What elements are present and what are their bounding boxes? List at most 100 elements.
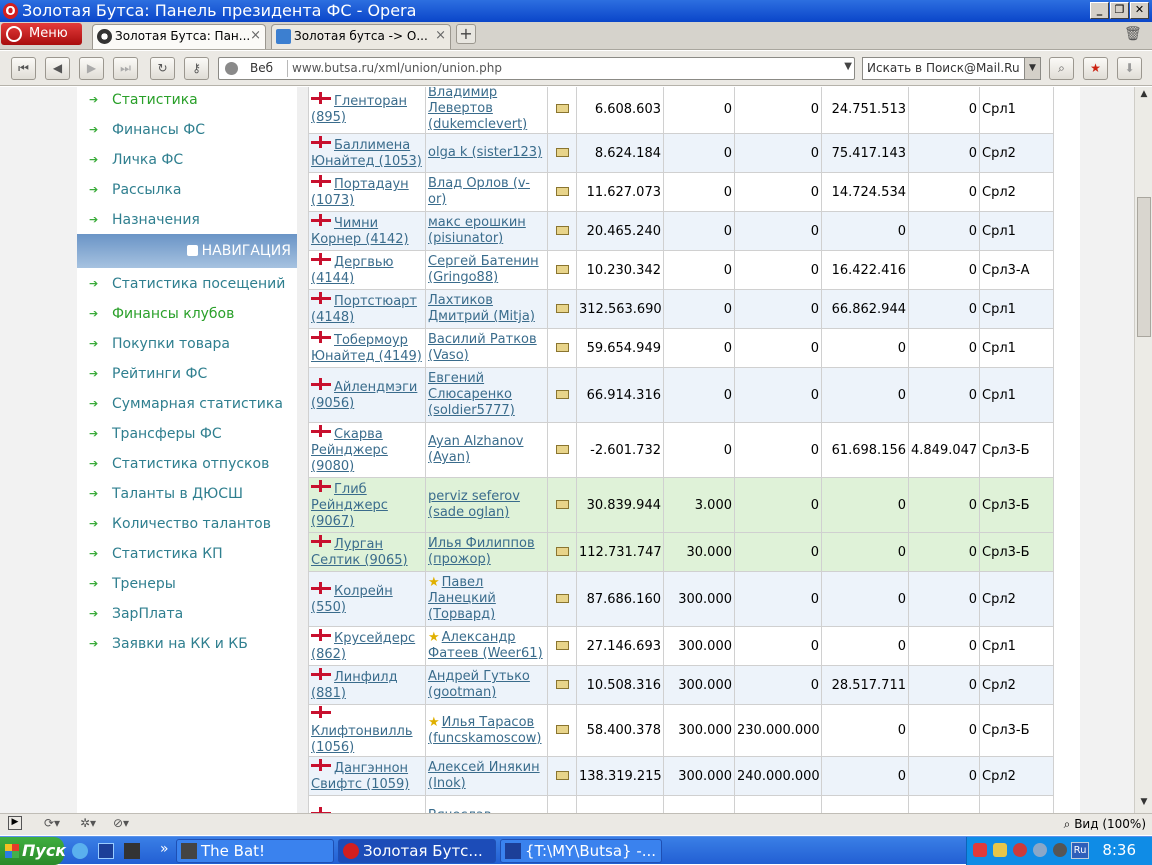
manager-name-link[interactable]: макс ерошкин (pisiunator) bbox=[428, 215, 526, 246]
unite-icon[interactable]: ✲▾ bbox=[80, 816, 96, 830]
tray-mail-icon[interactable] bbox=[1013, 843, 1027, 857]
tray-app-icon[interactable] bbox=[1053, 843, 1067, 857]
sidebar-item[interactable]: ➔ Количество талантов bbox=[77, 511, 297, 541]
manager-cell[interactable]: Лахтиков Дмитрий (Mitja) bbox=[425, 289, 548, 329]
manager-name-link[interactable]: Евгений Слюсаренко (soldier5777) bbox=[428, 371, 515, 418]
manager-name-link[interactable]: Ayan Alzhanov (Ayan) bbox=[428, 434, 523, 465]
task-the-bat[interactable]: The Bat! bbox=[176, 839, 334, 863]
sidebar-item[interactable]: ➔ Статистика КП bbox=[77, 541, 297, 571]
message-cell[interactable] bbox=[547, 532, 577, 572]
club-cell[interactable]: Клифтонвилль (1056) bbox=[308, 704, 426, 757]
message-cell[interactable] bbox=[547, 422, 577, 478]
sidebar-item[interactable]: ➔ Таланты в ДЮСШ bbox=[77, 481, 297, 511]
search-input[interactable]: Искать в Поиск@Mail.Ru ▼ bbox=[862, 57, 1041, 80]
sidebar-item[interactable]: ➔ Финансы клубов bbox=[77, 301, 297, 331]
club-cell[interactable]: Гленторан (895) bbox=[308, 87, 426, 134]
bat-quicklaunch-icon[interactable] bbox=[124, 843, 140, 859]
new-tab-button[interactable]: + bbox=[456, 24, 476, 44]
tab-butsa-panel[interactable]: Золотая Бутса: Пан... × bbox=[92, 24, 266, 49]
message-cell[interactable] bbox=[547, 795, 577, 813]
panel-toggle-icon[interactable]: ▶ bbox=[8, 816, 22, 830]
message-cell[interactable] bbox=[547, 133, 577, 173]
sidebar-item[interactable]: ➔ ЗарПлата bbox=[77, 601, 297, 631]
rewind-button[interactable]: ⏮ bbox=[11, 57, 36, 80]
task-opera[interactable]: Золотая Бутс... bbox=[338, 839, 496, 863]
sidebar-item[interactable]: ➔ Тренеры bbox=[77, 571, 297, 601]
sidebar-item[interactable]: ➔ Покупки товара bbox=[77, 331, 297, 361]
envelope-icon[interactable] bbox=[555, 389, 569, 399]
envelope-icon[interactable] bbox=[555, 725, 569, 734]
tab-close-icon[interactable]: × bbox=[435, 25, 446, 47]
message-cell[interactable] bbox=[547, 87, 577, 134]
sidebar-item[interactable]: ➔ Суммарная статистика bbox=[77, 391, 297, 421]
message-cell[interactable] bbox=[547, 477, 577, 533]
club-name-link[interactable]: Клифтонвилль (1056) bbox=[311, 724, 413, 755]
far-quicklaunch-icon[interactable] bbox=[98, 843, 114, 859]
manager-cell[interactable]: Илья Филиппов (прожор) bbox=[425, 532, 548, 572]
message-cell[interactable] bbox=[547, 665, 577, 705]
message-cell[interactable] bbox=[547, 211, 577, 251]
message-cell[interactable] bbox=[547, 367, 577, 423]
download-icon[interactable]: ⬇ bbox=[1117, 57, 1142, 80]
manager-cell[interactable]: макс ерошкин (pisiunator) bbox=[425, 211, 548, 251]
envelope-icon[interactable] bbox=[555, 103, 569, 113]
sidebar-item[interactable]: ➔ Статистика отпусков bbox=[77, 451, 297, 481]
manager-name-link[interactable]: Андрей Гутько (gootman) bbox=[428, 669, 530, 700]
status-settings-icon[interactable]: ⊘▾ bbox=[113, 816, 129, 830]
sidebar-item[interactable]: ➔ Статистика bbox=[77, 87, 297, 117]
sidebar-item[interactable]: ➔ Личка ФС bbox=[77, 147, 297, 177]
manager-name-link[interactable]: olga k (sister123) bbox=[428, 145, 542, 160]
sidebar-item[interactable]: ➔ Трансферы ФС bbox=[77, 421, 297, 451]
club-cell[interactable]: Баллимена Юнайтед (1053) bbox=[308, 133, 426, 173]
tab-butsa-other[interactable]: Золотая бутса -> О... × bbox=[271, 24, 451, 49]
turbo-icon[interactable]: ⟳▾ bbox=[44, 816, 60, 830]
envelope-icon[interactable] bbox=[555, 546, 569, 556]
envelope-icon[interactable] bbox=[555, 499, 569, 509]
club-cell[interactable]: Крусейдерс (862) bbox=[308, 626, 426, 666]
manager-cell[interactable]: ★ Павел Ланецкий (Торвард) bbox=[425, 571, 548, 627]
manager-name-link[interactable]: Илья Тарасов (funcskamoscow) bbox=[428, 715, 542, 746]
message-cell[interactable] bbox=[547, 289, 577, 329]
message-cell[interactable] bbox=[547, 704, 577, 757]
manager-name-link[interactable]: Лахтиков Дмитрий (Mitja) bbox=[428, 293, 535, 324]
tab-close-icon[interactable]: × bbox=[250, 25, 261, 47]
manager-name-link[interactable]: Владимир Левертов (dukemclevert) bbox=[428, 87, 527, 132]
manager-cell[interactable]: Сергей Батенин (Gringo88) bbox=[425, 250, 548, 290]
restore-button[interactable]: ❐ bbox=[1110, 2, 1129, 19]
club-cell[interactable]: Глиб Рейнджерс (9067) bbox=[308, 477, 426, 533]
club-cell[interactable] bbox=[308, 795, 426, 813]
reload-button[interactable]: ↻ bbox=[150, 57, 175, 80]
quicklaunch-more-icon[interactable]: » bbox=[160, 841, 169, 857]
trash-icon[interactable]: 🗑 bbox=[1124, 26, 1142, 44]
manager-name-link[interactable]: Илья Филиппов (прожор) bbox=[428, 536, 535, 567]
manager-cell[interactable]: Вячеслав bbox=[425, 795, 548, 813]
club-cell[interactable]: Колрейн (550) bbox=[308, 571, 426, 627]
envelope-icon[interactable] bbox=[555, 303, 569, 313]
tray-network-icon[interactable] bbox=[993, 843, 1007, 857]
manager-cell[interactable]: Владимир Левертов (dukemclevert) bbox=[425, 87, 548, 134]
envelope-icon[interactable] bbox=[555, 640, 569, 650]
message-cell[interactable] bbox=[547, 756, 577, 796]
club-cell[interactable]: Айлендмэги (9056) bbox=[308, 367, 426, 423]
envelope-icon[interactable] bbox=[555, 593, 569, 603]
collapse-icon[interactable] bbox=[186, 245, 198, 256]
club-cell[interactable]: Чимни Корнер (4142) bbox=[308, 211, 426, 251]
sidebar-item[interactable]: ➔ Рассылка bbox=[77, 177, 297, 207]
manager-cell[interactable]: Андрей Гутько (gootman) bbox=[425, 665, 548, 705]
message-cell[interactable] bbox=[547, 328, 577, 368]
sidebar-item[interactable]: ➔ Назначения bbox=[77, 207, 297, 237]
sidebar-item[interactable]: ➔ Заявки на КК и КБ bbox=[77, 631, 297, 661]
manager-cell[interactable]: olga k (sister123) bbox=[425, 133, 548, 173]
message-cell[interactable] bbox=[547, 172, 577, 212]
manager-cell[interactable]: Евгений Слюсаренко (soldier5777) bbox=[425, 367, 548, 423]
url-text[interactable]: www.butsa.ru/xml/union/union.php bbox=[292, 61, 502, 75]
message-cell[interactable] bbox=[547, 571, 577, 627]
manager-name-link[interactable]: perviz seferov (sade oglan) bbox=[428, 489, 520, 520]
close-button[interactable]: ✕ bbox=[1130, 2, 1149, 19]
manager-name-link[interactable]: Александр Фатеев (Weer61) bbox=[428, 630, 543, 661]
club-cell[interactable]: Скарва Рейнджерс (9080) bbox=[308, 422, 426, 478]
search-engine-dropdown-icon[interactable]: ▼ bbox=[1024, 58, 1040, 79]
manager-cell[interactable]: Василий Ратков (Vaso) bbox=[425, 328, 548, 368]
manager-cell[interactable]: ★ Илья Тарасов (funcskamoscow) bbox=[425, 704, 548, 757]
envelope-icon[interactable] bbox=[555, 186, 569, 196]
